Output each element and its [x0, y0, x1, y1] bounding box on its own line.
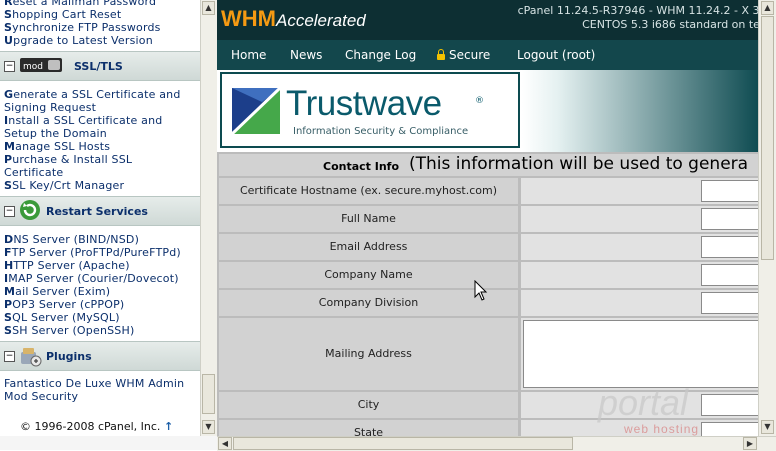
- lock-icon: [437, 49, 445, 60]
- nav-link-install-ssl[interactable]: Install a SSL Certificate and: [4, 114, 162, 127]
- restart-icon: [18, 198, 42, 225]
- field-label: State: [219, 420, 518, 436]
- full-name-input[interactable]: [701, 208, 758, 230]
- scroll-thumb[interactable]: [233, 437, 573, 450]
- menu-news[interactable]: News: [290, 48, 322, 62]
- nav-link-install-ssl-cont[interactable]: Setup the Domain: [4, 127, 107, 140]
- nav-link-reset-mailman-password[interactable]: Reset a Mailman Password: [4, 0, 156, 8]
- nav-link-synchronize-ftp-passwords[interactable]: Synchronize FTP Passwords: [4, 21, 161, 34]
- mouse-pointer-icon: [474, 279, 488, 305]
- section-header-restart-services[interactable]: − Restart Services: [0, 196, 200, 226]
- section-title: Restart Services: [46, 205, 148, 218]
- nav-link-purchase-install-ssl-cont[interactable]: Certificate: [4, 166, 63, 179]
- nav-link-purchase-install-ssl[interactable]: Purchase & Install SSL: [4, 153, 132, 166]
- section-title: Plugins: [46, 350, 92, 363]
- banner-gradient: [522, 70, 758, 152]
- right-content-frame: WHMAccelerated cPanel 11.24.5-R37946 - W…: [217, 0, 758, 436]
- section-header-ssl-tls[interactable]: − mod SSL/TLS: [0, 51, 200, 81]
- form-row-mailing-address: Mailing Address: [219, 318, 758, 390]
- scroll-left-icon[interactable]: ◀: [218, 437, 232, 450]
- horizontal-scrollbar[interactable]: ◀ ▶: [217, 436, 776, 451]
- nav-link-upgrade-latest-version[interactable]: Upgrade to Latest Version: [4, 34, 153, 47]
- section-title: SSL/TLS: [74, 60, 123, 73]
- scroll-thumb[interactable]: [761, 16, 774, 260]
- trustwave-banner: Trustwave ® Information Security & Compl…: [217, 70, 758, 152]
- section-header-plugins[interactable]: − Plugins: [0, 341, 200, 371]
- form-row-state: State: [219, 420, 758, 436]
- state-input[interactable]: [701, 422, 758, 436]
- nav-link-generate-ssl-csr-cont[interactable]: Signing Request: [4, 101, 96, 114]
- nav-link-mod-security[interactable]: Mod Security: [4, 390, 78, 403]
- menu-home[interactable]: Home: [231, 48, 266, 62]
- collapse-icon[interactable]: −: [4, 351, 15, 362]
- menu-logout[interactable]: Logout (root): [517, 48, 595, 62]
- city-input[interactable]: [701, 394, 758, 416]
- arrow-up-icon[interactable]: ↑: [164, 420, 173, 433]
- email-input[interactable]: [701, 236, 758, 258]
- nav-link-ssl-key-crt-manager[interactable]: SSL Key/Crt Manager: [4, 179, 124, 192]
- field-label: City: [219, 392, 518, 418]
- hostname-input[interactable]: [701, 180, 758, 202]
- trustwave-emblem-icon: [232, 88, 280, 134]
- form-row-company-division: Company Division: [219, 290, 758, 316]
- left-frame-scrollbar[interactable]: ▲ ▼: [200, 0, 217, 436]
- nav-link-restart-mail[interactable]: Mail Server (Exim): [4, 285, 110, 298]
- contact-info-header: Contact Info (This information will be u…: [219, 154, 758, 176]
- top-menu-bar: Home News Change Log Secure Logout (root…: [217, 40, 758, 70]
- nav-link-generate-ssl-csr[interactable]: Generate a SSL Certificate and: [4, 88, 181, 101]
- form-row-city: City: [219, 392, 758, 418]
- menu-secure[interactable]: Secure: [437, 48, 490, 62]
- svg-text:mod: mod: [23, 62, 43, 72]
- form-row-company-name: Company Name: [219, 262, 758, 288]
- scroll-thumb[interactable]: [202, 374, 215, 414]
- left-navigation-frame: Reset a Mailman Password Shopping Cart R…: [0, 0, 200, 436]
- nav-link-restart-http[interactable]: HTTP Server (Apache): [4, 259, 130, 272]
- nav-link-restart-ftp[interactable]: FTP Server (ProFTPd/PureFTPd): [4, 246, 181, 259]
- company-division-input[interactable]: [701, 292, 758, 314]
- nav-link-restart-sql[interactable]: SQL Server (MySQL): [4, 311, 120, 324]
- nav-link-restart-pop3[interactable]: POP3 Server (cPPOP): [4, 298, 124, 311]
- company-name-input[interactable]: [701, 264, 758, 286]
- version-info: cPanel 11.24.5-R37946 - WHM 11.24.2 - X …: [517, 4, 758, 31]
- scroll-down-icon[interactable]: ▼: [761, 420, 774, 434]
- whm-logo: WHMAccelerated: [221, 6, 366, 31]
- mod-ssl-icon: mod: [20, 56, 64, 77]
- left-frame-bottom-bar: [0, 436, 217, 450]
- nav-link-manage-ssl-hosts[interactable]: Manage SSL Hosts: [4, 140, 110, 153]
- scroll-right-icon[interactable]: ▶: [743, 437, 757, 450]
- form-row-full-name: Full Name: [219, 206, 758, 232]
- trustwave-logo: Trustwave ® Information Security & Compl…: [220, 72, 520, 148]
- right-frame-scrollbar[interactable]: ▲ ▼: [758, 0, 776, 436]
- whm-header: WHMAccelerated cPanel 11.24.5-R37946 - W…: [217, 0, 758, 40]
- nav-link-shopping-cart-reset[interactable]: Shopping Cart Reset: [4, 8, 121, 21]
- copyright-text: © 1996-2008 cPanel, Inc. ↑: [20, 420, 174, 433]
- field-label: Certificate Hostname (ex. secure.myhost.…: [219, 178, 518, 204]
- collapse-icon[interactable]: −: [4, 61, 15, 72]
- field-label: Email Address: [219, 234, 518, 260]
- form-row-hostname: Certificate Hostname (ex. secure.myhost.…: [219, 178, 758, 204]
- nav-link-fantastico[interactable]: Fantastico De Luxe WHM Admin: [4, 377, 184, 390]
- form-row-email: Email Address: [219, 234, 758, 260]
- collapse-icon[interactable]: −: [4, 206, 15, 217]
- nav-link-restart-imap[interactable]: IMAP Server (Courier/Dovecot): [4, 272, 179, 285]
- field-label: Mailing Address: [219, 318, 518, 390]
- field-label: Full Name: [219, 206, 518, 232]
- plugins-icon: [18, 344, 42, 371]
- scroll-up-icon[interactable]: ▲: [761, 1, 774, 15]
- mailing-address-textarea[interactable]: [523, 320, 758, 388]
- nav-link-restart-dns[interactable]: DNS Server (BIND/NSD): [4, 233, 139, 246]
- nav-link-restart-ssh[interactable]: SSH Server (OpenSSH): [4, 324, 134, 337]
- scroll-up-icon[interactable]: ▲: [202, 1, 215, 15]
- menu-change-log[interactable]: Change Log: [345, 48, 416, 62]
- scroll-down-icon[interactable]: ▼: [202, 420, 215, 434]
